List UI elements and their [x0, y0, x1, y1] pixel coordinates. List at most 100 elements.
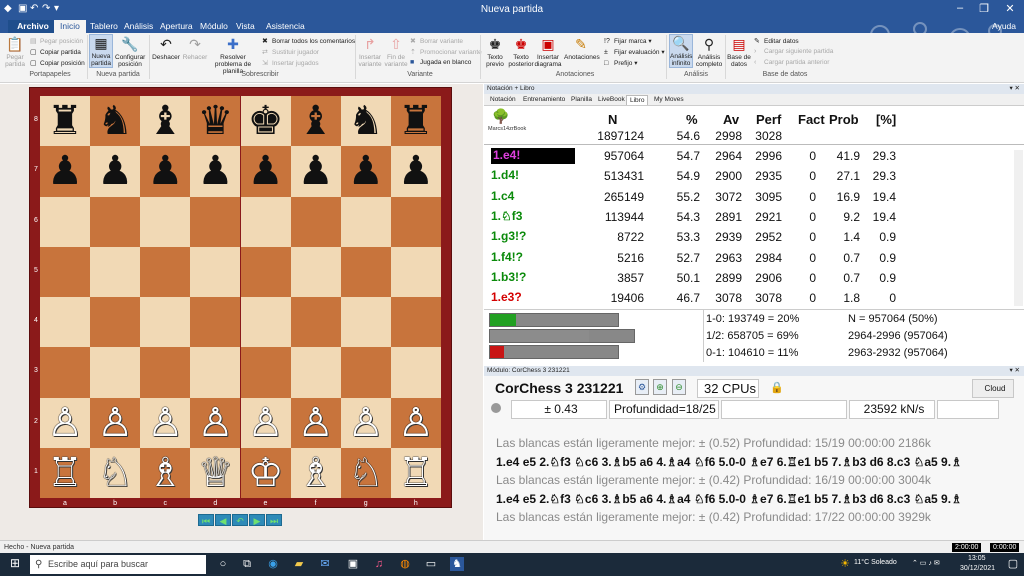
full-analysis-button[interactable]: ⚲ Análisis completo: [695, 36, 723, 68]
edge-icon[interactable]: ◉: [266, 557, 280, 571]
set-eval-button[interactable]: ± Fijar evaluación ▾: [604, 48, 665, 56]
book-move[interactable]: 1.♘f3: [491, 209, 522, 223]
square-d3[interactable]: [190, 347, 241, 398]
edit-data-button[interactable]: ✎ Editar datos: [754, 37, 799, 45]
tab-vista[interactable]: Vista: [230, 20, 261, 33]
chess-piece[interactable]: ♙: [190, 398, 240, 448]
pane-close-icon[interactable]: ▾ ✕: [1009, 84, 1020, 94]
square-c4[interactable]: [140, 297, 191, 348]
chess-piece[interactable]: ♗: [140, 448, 190, 498]
square-f3[interactable]: [290, 347, 341, 398]
load-prev-button[interactable]: ‹ Cargar partida anterior: [754, 59, 829, 66]
chess-piece[interactable]: ♙: [341, 398, 391, 448]
mail-icon[interactable]: ✉: [318, 557, 332, 571]
chess-piece[interactable]: ♙: [291, 398, 341, 448]
store-icon[interactable]: ▣: [346, 557, 360, 571]
chess-piece[interactable]: ♙: [90, 398, 140, 448]
close-button[interactable]: ✕: [998, 2, 1022, 15]
insert-variation-button[interactable]: ↱ Insertar variante: [357, 36, 383, 68]
infinite-analysis-button[interactable]: 🔍 Análisis infinito: [669, 34, 693, 68]
next-move-button[interactable]: ▶: [249, 514, 265, 526]
square-h4[interactable]: [390, 297, 441, 348]
tab-entrenamiento[interactable]: Entrenamiento: [520, 95, 568, 104]
copy-game-button[interactable]: ▢ Copiar partida: [30, 48, 81, 56]
square-e5[interactable]: [240, 246, 291, 297]
chess-piece[interactable]: ♘: [90, 448, 140, 498]
square-a3[interactable]: [40, 347, 91, 398]
preview-text-button[interactable]: ♚ Texto previo: [483, 36, 507, 68]
square-g3[interactable]: [340, 347, 391, 398]
load-next-button[interactable]: › Cargar siguiente partida: [754, 48, 833, 55]
undo-button[interactable]: ↶ Deshacer: [152, 36, 180, 61]
copy-position-button[interactable]: ▢ Copiar posición: [30, 59, 85, 67]
square-e4[interactable]: [240, 297, 291, 348]
chess-piece[interactable]: ♛: [190, 96, 240, 146]
cloud-button[interactable]: Cloud: [972, 379, 1014, 398]
square-b6[interactable]: [90, 196, 141, 247]
chess-piece[interactable]: ♘: [341, 448, 391, 498]
app-icon-2[interactable]: ▭: [424, 557, 438, 571]
engine-info-line[interactable]: Las blancas están ligeramente mejor: ± (…: [496, 473, 1006, 487]
book-move[interactable]: 1.g3!?: [491, 229, 526, 243]
cortana-icon[interactable]: ○: [216, 557, 230, 571]
square-c3[interactable]: [140, 347, 191, 398]
chess-piece[interactable]: ♟: [391, 146, 441, 196]
setup-position-button[interactable]: 🔧 Configurar posición: [115, 36, 145, 68]
square-d4[interactable]: [190, 297, 241, 348]
help-link[interactable]: Ayuda: [992, 21, 1016, 31]
start-icon[interactable]: ⊞: [8, 556, 22, 570]
tab-modulo[interactable]: Módulo: [194, 20, 234, 33]
chess-piece[interactable]: ♝: [291, 96, 341, 146]
chess-app-taskbar-icon[interactable]: ♞: [450, 557, 464, 571]
book-scrollbar[interactable]: [1014, 150, 1023, 306]
book-move[interactable]: 1.b3!?: [491, 270, 526, 284]
cpu-count[interactable]: 32 CPUs: [697, 379, 759, 398]
chess-piece[interactable]: ♟: [291, 146, 341, 196]
redo-button[interactable]: ↷ Rehacer: [182, 36, 208, 61]
post-text-button[interactable]: ♚ Texto posterior: [508, 36, 534, 68]
tab-livebook[interactable]: LiveBook: [595, 95, 628, 104]
square-f6[interactable]: [290, 196, 341, 247]
tab-asistencia[interactable]: Asistencia: [260, 20, 311, 33]
square-c6[interactable]: [140, 196, 191, 247]
paste-position-button[interactable]: ▤ Pegar posición: [30, 37, 83, 45]
tab-my-moves[interactable]: My Moves: [651, 95, 687, 104]
task-view-icon[interactable]: ⧉: [240, 557, 254, 571]
engine-info-line[interactable]: Las blancas están ligeramente mejor: ± (…: [496, 510, 1006, 524]
delete-variation-button[interactable]: ✖ Borrar variante: [410, 37, 463, 45]
chess-piece[interactable]: ♟: [190, 146, 240, 196]
insert-diagram-button[interactable]: ▣ Insertar diagrama: [534, 36, 562, 68]
tab-planilla[interactable]: Planilla: [568, 95, 595, 104]
square-b4[interactable]: [90, 297, 141, 348]
new-game-button[interactable]: ▦ Nueva partida: [89, 34, 113, 68]
delete-comments-button[interactable]: ✖ Borrar todos los comentarios: [262, 37, 355, 45]
square-a5[interactable]: [40, 246, 91, 297]
lock-icon[interactable]: 🔒: [770, 381, 784, 394]
square-f4[interactable]: [290, 297, 341, 348]
insert-players-button[interactable]: ⇲ Insertar jugados: [262, 59, 319, 67]
chess-piece[interactable]: ♜: [40, 96, 90, 146]
add-line-button[interactable]: ⊕: [653, 379, 667, 395]
engine-pv-line[interactable]: 1.e4 e5 2.♘f3 ♘c6 3.♗b5 a6 4.♗a4 ♘f6 5.0…: [496, 455, 1006, 469]
remove-line-button[interactable]: ⊖: [672, 379, 686, 395]
chess-piece[interactable]: ♙: [140, 398, 190, 448]
chess-piece[interactable]: ♖: [40, 448, 90, 498]
chess-piece[interactable]: ♕: [190, 448, 240, 498]
square-d5[interactable]: [190, 246, 241, 297]
chess-piece[interactable]: ♞: [90, 96, 140, 146]
minimize-button[interactable]: –: [948, 2, 972, 14]
square-b5[interactable]: [90, 246, 141, 297]
book-move[interactable]: 1.d4!: [491, 168, 519, 182]
tab-archivo[interactable]: Archivo: [8, 20, 58, 33]
promote-variation-button[interactable]: ⇡ Promocionar variante: [410, 48, 482, 56]
square-h5[interactable]: [390, 246, 441, 297]
folder-icon[interactable]: ▰: [292, 557, 306, 571]
chess-piece[interactable]: ♚: [241, 96, 291, 146]
tab-notacion[interactable]: Notación: [487, 95, 519, 104]
chess-piece[interactable]: ♖: [391, 448, 441, 498]
tab-libro[interactable]: Libro: [626, 95, 649, 105]
engine-info-line[interactable]: Las blancas están ligeramente mejor: ± (…: [496, 436, 1006, 450]
prev-move-button[interactable]: ◀: [215, 514, 231, 526]
square-g6[interactable]: [340, 196, 391, 247]
book-move[interactable]: 1.e3?: [491, 290, 522, 304]
